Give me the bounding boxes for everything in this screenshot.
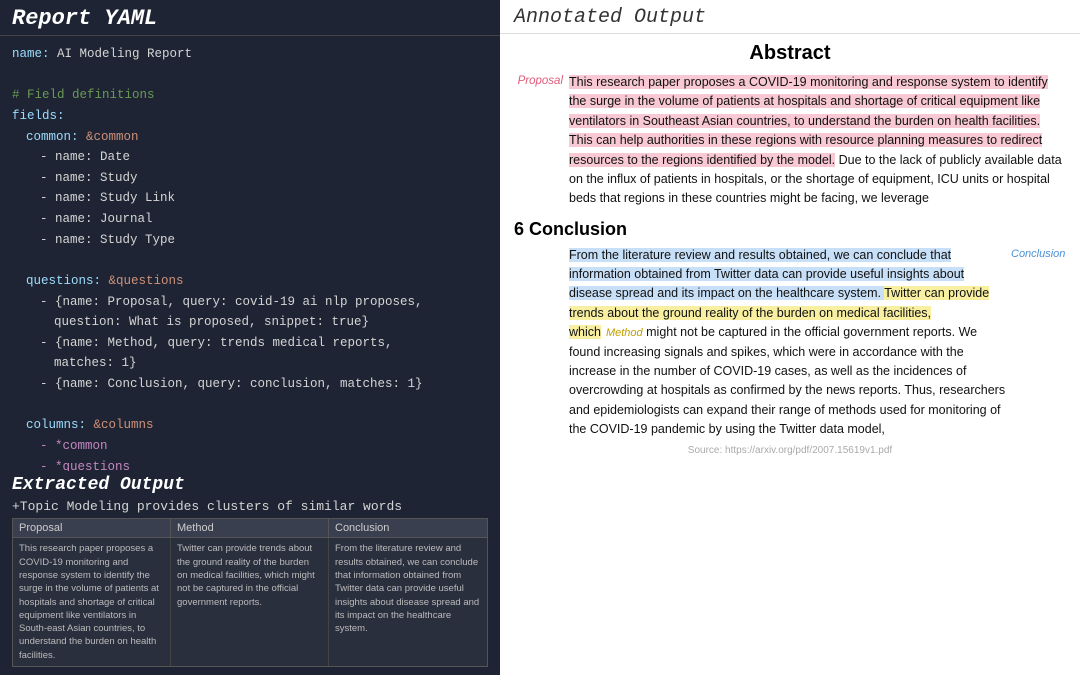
source-line: Source: https://arxiv.org/pdf/2007.15619… [514, 445, 1066, 456]
yaml-comment-fields: # Field definitions [12, 85, 488, 106]
yaml-columns-line: columns: &columns [12, 415, 488, 436]
yaml-q1-line2: question: What is proposed, snippet: tru… [12, 312, 488, 333]
yaml-content: name: AI Modeling Report # Field definit… [0, 36, 500, 471]
yaml-common-journal: - name: Journal [12, 209, 488, 230]
abstract-proposal-highlight: This research paper proposes a COVID-19 … [569, 75, 1048, 167]
conclusion-right-label: Conclusion [1006, 246, 1066, 260]
cell-conclusion-text: From the literature review and results o… [329, 538, 487, 666]
left-panel-title: Report YAML [0, 0, 500, 36]
yaml-q2-line2: matches: 1} [12, 353, 488, 374]
table-header-row: Proposal Method Conclusion [13, 519, 487, 538]
yaml-common-line: common: &common [12, 127, 488, 148]
abstract-title: Abstract [514, 42, 1066, 65]
yaml-common-studytype: - name: Study Type [12, 230, 488, 251]
yaml-common-date: - name: Date [12, 147, 488, 168]
col-conclusion: Conclusion [329, 519, 487, 537]
proposal-label: Proposal [514, 73, 569, 87]
yaml-q3-line: - {name: Conclusion, query: conclusion, … [12, 374, 488, 395]
abstract-text: This research paper proposes a COVID-19 … [569, 73, 1066, 209]
cell-proposal: This research paper proposes a COVID-19 … [13, 538, 171, 666]
method-inline-label: Method [601, 325, 643, 339]
right-content: Abstract Proposal This research paper pr… [500, 34, 1080, 675]
yaml-key-name: name: [12, 47, 50, 61]
right-panel: Annotated Output Abstract Proposal This … [500, 0, 1080, 675]
conclusion-section: From the literature review and results o… [514, 246, 1066, 440]
yaml-name-line: name: AI Modeling Report [12, 44, 488, 65]
conclusion-heading: 6 Conclusion [514, 219, 1066, 240]
topic-line: +Topic Modeling provides clusters of sim… [0, 497, 500, 518]
yaml-fields-key: fields: [12, 106, 488, 127]
yaml-q1-line1: - {name: Proposal, query: covid-19 ai nl… [12, 292, 488, 313]
yaml-value-name: AI Modeling Report [57, 47, 192, 61]
abstract-section: Proposal This research paper proposes a … [514, 73, 1066, 209]
table-body: This research paper proposes a COVID-19 … [13, 538, 487, 666]
col-method: Method [171, 519, 329, 537]
conclusion-text: From the literature review and results o… [569, 246, 1006, 440]
yaml-questions-line: questions: &questions [12, 271, 488, 292]
yaml-q2-line1: - {name: Method, query: trends medical r… [12, 333, 488, 354]
yaml-common-studylink: - name: Study Link [12, 188, 488, 209]
yaml-common-study: - name: Study [12, 168, 488, 189]
right-panel-title: Annotated Output [500, 0, 1080, 34]
col-proposal: Proposal [13, 519, 171, 537]
yaml-col-common: - *common [12, 436, 488, 457]
extracted-title: Extracted Output [0, 471, 500, 497]
left-panel: Report YAML name: AI Modeling Report # F… [0, 0, 500, 675]
extracted-table: Proposal Method Conclusion This research… [12, 518, 488, 667]
yaml-col-questions: - *questions [12, 457, 488, 472]
cell-method: Twitter can provide trends about the gro… [171, 538, 329, 666]
